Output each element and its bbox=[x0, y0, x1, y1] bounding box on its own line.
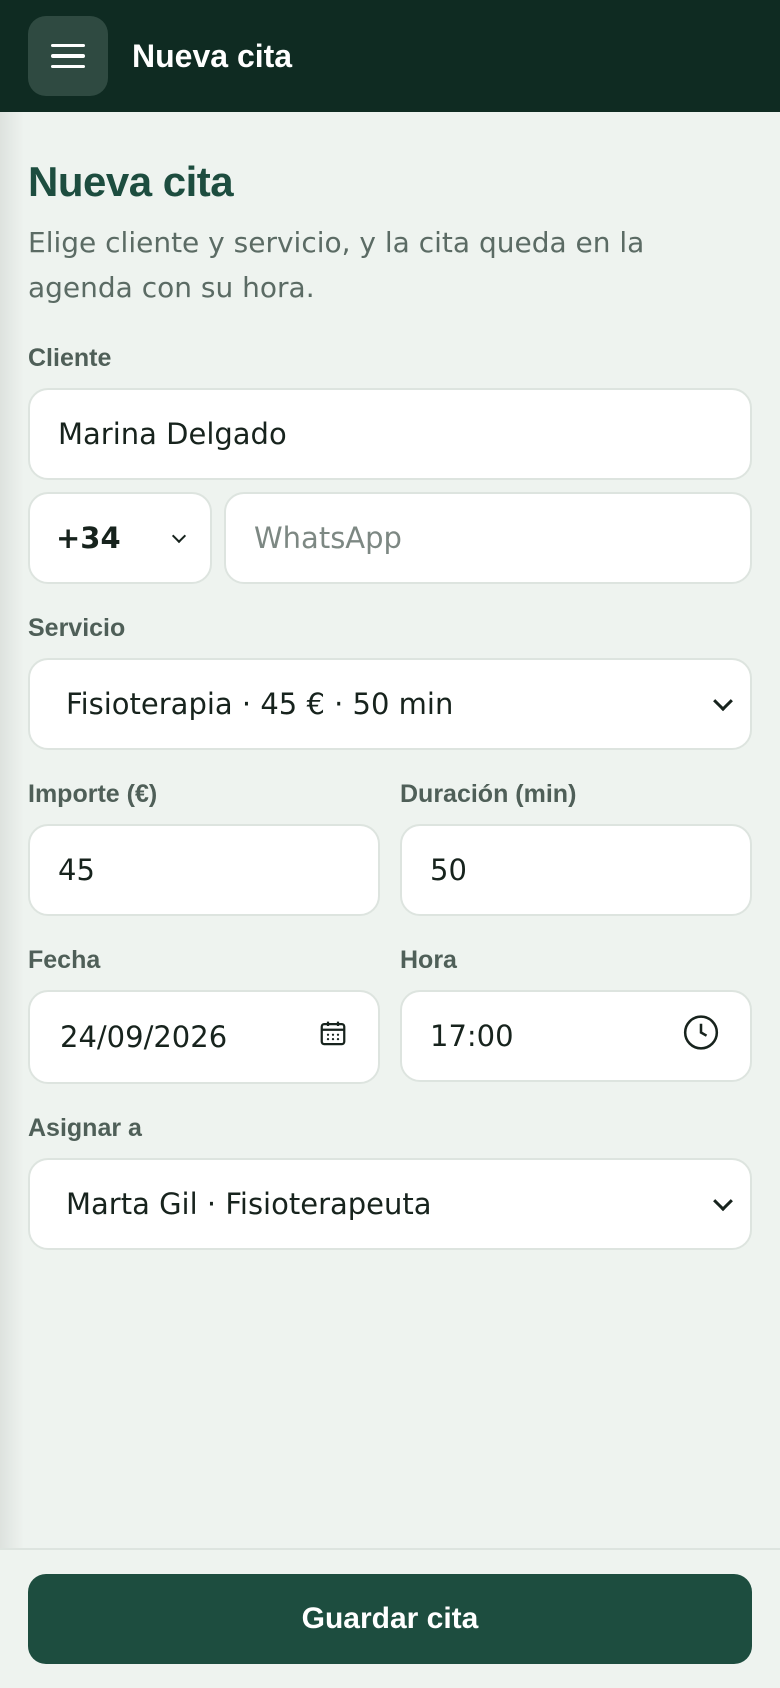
amount-input[interactable]: 45 bbox=[28, 824, 380, 916]
date-value: 24/09/2026 bbox=[60, 1020, 228, 1054]
calendar-icon[interactable] bbox=[318, 1019, 348, 1056]
client-label: Cliente bbox=[28, 344, 112, 372]
time-label: Hora bbox=[400, 946, 457, 974]
page-subtitle: Elige cliente y servicio, y la cita qued… bbox=[28, 226, 645, 304]
country-code-value: +34 bbox=[56, 521, 121, 555]
duration-input[interactable]: 50 bbox=[400, 824, 752, 916]
whatsapp-input[interactable]: WhatsApp bbox=[224, 492, 752, 584]
time-value: 17:00 bbox=[430, 1019, 514, 1053]
date-input[interactable]: 24/09/2026 bbox=[28, 990, 380, 1084]
assign-label: Asignar a bbox=[28, 1114, 142, 1142]
assign-select[interactable]: Marta Gil · Fisioterapeuta bbox=[28, 1158, 752, 1250]
chevron-down-icon bbox=[713, 1191, 733, 1212]
chevron-down-icon bbox=[171, 528, 187, 544]
chevron-down-icon bbox=[713, 691, 733, 712]
duration-label: Duración (min) bbox=[400, 780, 577, 808]
service-label: Servicio bbox=[28, 614, 126, 642]
client-input[interactable]: Marina Delgado bbox=[28, 388, 752, 480]
drawer-edge-shadow bbox=[0, 112, 24, 1548]
amount-value: 45 bbox=[58, 853, 95, 887]
whatsapp-placeholder: WhatsApp bbox=[254, 521, 402, 555]
hamburger-menu-icon[interactable] bbox=[28, 16, 108, 96]
date-label: Fecha bbox=[28, 946, 101, 974]
page-title: Nueva cita bbox=[28, 158, 234, 205]
assign-selected-value: Marta Gil · Fisioterapeuta bbox=[66, 1187, 432, 1221]
service-select[interactable]: Fisioterapia · 45 € · 50 min bbox=[28, 658, 752, 750]
duration-value: 50 bbox=[430, 853, 467, 887]
country-code-select[interactable]: +34 bbox=[28, 492, 212, 584]
save-appointment-button[interactable]: Guardar cita bbox=[28, 1574, 752, 1664]
clock-icon[interactable] bbox=[682, 1014, 720, 1059]
app-bar-title: Nueva cita bbox=[132, 38, 293, 74]
service-selected-value: Fisioterapia · 45 € · 50 min bbox=[66, 687, 454, 721]
client-input-value: Marina Delgado bbox=[58, 417, 287, 451]
top-app-bar: Nueva cita bbox=[0, 0, 780, 112]
amount-label: Importe (€) bbox=[28, 780, 158, 808]
time-input[interactable]: 17:00 bbox=[400, 990, 752, 1082]
